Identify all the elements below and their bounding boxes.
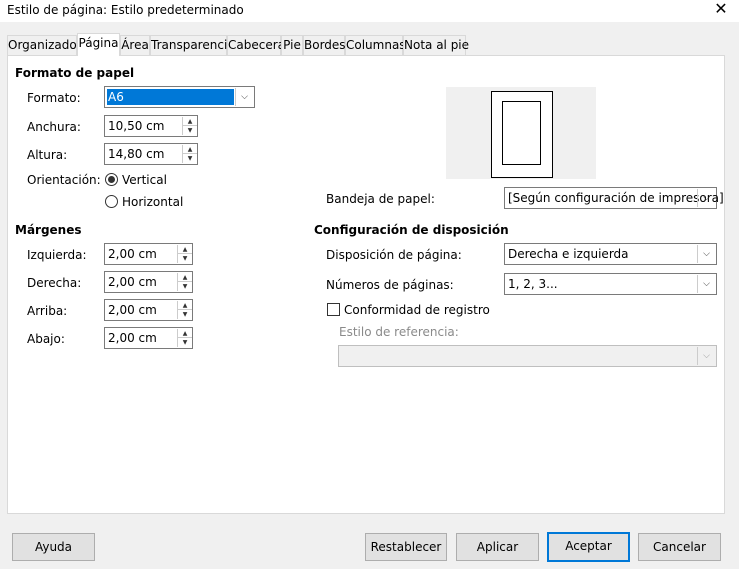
chevron-down-icon[interactable]: ⌵ <box>235 88 253 106</box>
chevron-down-icon[interactable]: ⌵ <box>697 189 715 207</box>
paper-tray-label: Bandeja de papel: <box>326 192 435 206</box>
chevron-down-icon[interactable]: ⌵ <box>697 245 715 263</box>
spin-up-icon[interactable]: ▲ <box>183 145 197 154</box>
margin-top-label: Arriba: <box>27 304 68 318</box>
format-select[interactable]: A6 ⌵ <box>104 86 255 108</box>
format-value: A6 <box>107 89 234 105</box>
margin-right-value: 2,00 cm <box>108 275 157 289</box>
page-layout-label: Disposición de página: <box>326 248 462 262</box>
orientation-vertical-label[interactable]: Vertical <box>122 173 167 187</box>
tab-nota-al-pie[interactable]: Nota al pie <box>403 35 469 56</box>
chevron-down-icon[interactable]: ⌵ <box>697 347 715 365</box>
margin-right-spinner[interactable]: 2,00 cm ▲ ▼ <box>104 271 193 293</box>
chevron-down-icon[interactable]: ⌵ <box>697 275 715 293</box>
paper-tray-select[interactable]: [Según configuración de impresora] ⌵ <box>504 187 724 209</box>
cancel-button[interactable]: Cancelar <box>638 533 721 561</box>
margin-right-label: Derecha: <box>27 276 82 290</box>
height-value: 14,80 cm <box>108 147 165 161</box>
page-layout-value: Derecha e izquierda <box>508 247 629 261</box>
tab-organizador[interactable]: Organizador <box>7 35 82 56</box>
format-label: Formato: <box>27 91 81 105</box>
spin-up-icon[interactable]: ▲ <box>178 329 192 338</box>
margin-top-value: 2,00 cm <box>108 303 157 317</box>
margins-heading: Márgenes <box>15 223 82 237</box>
height-spinner[interactable]: 14,80 cm ▲ ▼ <box>104 143 198 165</box>
spin-down-icon[interactable]: ▼ <box>183 126 197 135</box>
help-button[interactable]: Ayuda <box>12 533 95 561</box>
margin-bottom-spinner[interactable]: 2,00 cm ▲ ▼ <box>104 327 193 349</box>
paper-tray-value: [Según configuración de impresora] <box>508 191 724 205</box>
spin-down-icon[interactable]: ▼ <box>183 154 197 163</box>
page-layout-select[interactable]: Derecha e izquierda ⌵ <box>504 243 717 265</box>
apply-button[interactable]: Aplicar <box>456 533 539 561</box>
margin-top-spinner[interactable]: 2,00 cm ▲ ▼ <box>104 299 193 321</box>
margin-left-spinner[interactable]: 2,00 cm ▲ ▼ <box>104 243 193 265</box>
reference-style-label: Estilo de referencia: <box>339 325 459 339</box>
width-label: Anchura: <box>27 120 81 134</box>
spin-up-icon[interactable]: ▲ <box>178 273 192 282</box>
page-numbers-label: Números de páginas: <box>326 278 454 292</box>
orientation-horizontal-label[interactable]: Horizontal <box>122 195 183 209</box>
margin-bottom-value: 2,00 cm <box>108 331 157 345</box>
margin-bottom-label: Abajo: <box>27 332 65 346</box>
spin-down-icon[interactable]: ▼ <box>178 310 192 319</box>
tab-cabecera[interactable]: Cabecera <box>227 35 285 56</box>
reference-style-select[interactable]: ⌵ <box>338 345 717 367</box>
spin-down-icon[interactable]: ▼ <box>178 338 192 347</box>
close-icon[interactable]: ✕ <box>710 0 732 20</box>
preview-page <box>491 91 553 178</box>
register-true-checkbox[interactable] <box>327 303 340 316</box>
tab-bordes[interactable]: Bordes <box>303 35 346 56</box>
register-true-label[interactable]: Conformidad de registro <box>344 303 490 317</box>
tab-transparencia[interactable]: Transparencia <box>150 35 235 56</box>
radio-selected-dot <box>108 176 115 183</box>
page-numbers-select[interactable]: 1, 2, 3... ⌵ <box>504 273 717 295</box>
margin-left-label: Izquierda: <box>27 248 87 262</box>
window-title: Estilo de página: Estilo predeterminado <box>7 3 244 17</box>
spin-up-icon[interactable]: ▲ <box>178 301 192 310</box>
tab-pagina[interactable]: Página <box>77 33 120 56</box>
preview-margins <box>502 101 541 165</box>
tab-columnas[interactable]: Columnas <box>345 35 406 56</box>
orientation-horizontal-radio[interactable] <box>105 195 118 208</box>
layout-heading: Configuración de disposición <box>314 223 509 237</box>
spin-down-icon[interactable]: ▼ <box>178 254 192 263</box>
width-spinner[interactable]: 10,50 cm ▲ ▼ <box>104 115 198 137</box>
orientation-label: Orientación: <box>27 173 101 187</box>
tab-area[interactable]: Área <box>120 35 150 56</box>
tab-pie[interactable]: Pie <box>281 35 303 56</box>
page-numbers-value: 1, 2, 3... <box>508 277 558 291</box>
orientation-vertical-radio[interactable] <box>105 173 118 186</box>
width-value: 10,50 cm <box>108 119 165 133</box>
paper-format-heading: Formato de papel <box>15 66 135 80</box>
margin-left-value: 2,00 cm <box>108 247 157 261</box>
spin-down-icon[interactable]: ▼ <box>178 282 192 291</box>
ok-button[interactable]: Aceptar <box>547 532 630 562</box>
height-label: Altura: <box>27 148 68 162</box>
reset-button[interactable]: Restablecer <box>365 533 447 561</box>
spin-up-icon[interactable]: ▲ <box>183 117 197 126</box>
spin-up-icon[interactable]: ▲ <box>178 245 192 254</box>
